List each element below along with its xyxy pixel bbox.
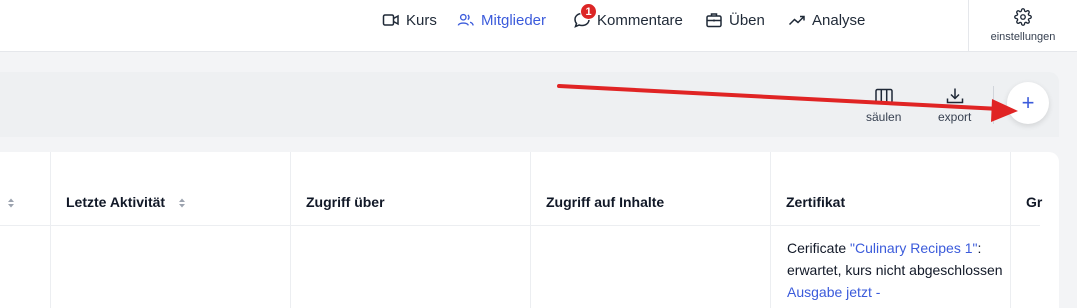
settings-label: einstellungen (990, 31, 1056, 43)
video-icon (382, 11, 400, 29)
header-row-border (0, 225, 1040, 226)
nav-label-kurs: Kurs (406, 11, 437, 29)
column-header-zugriff-ueber[interactable]: Zugriff über (306, 194, 385, 210)
certificate-cell: Cerificate "Culinary Recipes 1": erwarte… (787, 237, 1012, 303)
top-navigation: Kurs Mitglieder 1 Kommentare Üben Analys… (0, 0, 1077, 52)
columns-button[interactable]: säulen (866, 86, 901, 124)
users-icon (457, 11, 475, 29)
issue-now-link[interactable]: Ausgabe jetzt - (787, 284, 880, 300)
column-header-gr[interactable]: Gr (1026, 194, 1042, 210)
columns-label: säulen (866, 110, 902, 124)
sort-icon[interactable] (7, 197, 15, 209)
column-header-zugriff-auf-inhalte[interactable]: Zugriff auf Inhalte (546, 194, 664, 210)
nav-item-analyse[interactable]: Analyse (788, 9, 865, 31)
column-header-zertifikat[interactable]: Zertifikat (786, 194, 845, 210)
download-icon (945, 86, 965, 106)
column-divider (290, 152, 291, 308)
nav-label-mitglieder: Mitglieder (481, 11, 547, 29)
columns-icon (874, 86, 894, 106)
nav-label-kommentare: Kommentare (597, 11, 683, 29)
export-button[interactable]: export (938, 86, 971, 124)
course-link[interactable]: "Culinary Recipes 1" (850, 240, 977, 256)
export-label: export (938, 110, 972, 124)
plus-icon: + (1021, 90, 1035, 115)
column-header-letzte-aktivitaet[interactable]: Letzte Aktivität (66, 194, 165, 210)
trend-icon (788, 11, 806, 29)
certificate-prefix: Cerificate (787, 240, 851, 256)
nav-label-analyse: Analyse (812, 11, 866, 29)
notification-badge: 1 (580, 3, 597, 20)
column-divider (770, 152, 771, 308)
add-member-button[interactable]: + (1007, 82, 1049, 124)
members-table: Letzte Aktivität Zugriff über Zugriff au… (0, 152, 1059, 308)
toolbar-divider (993, 86, 994, 124)
sort-icon[interactable] (178, 197, 186, 209)
comment-icon: 1 (573, 3, 597, 29)
column-divider (530, 152, 531, 308)
settings-button[interactable]: einstellungen (968, 0, 1077, 51)
nav-item-kommentare[interactable]: 1 Kommentare (573, 3, 683, 31)
nav-item-mitglieder[interactable]: Mitglieder (457, 9, 546, 31)
nav-item-ueben[interactable]: Üben (705, 9, 765, 31)
briefcase-icon (705, 11, 723, 29)
column-divider (50, 152, 51, 308)
gear-icon (1014, 8, 1032, 26)
nav-item-kurs[interactable]: Kurs (382, 9, 437, 31)
nav-label-ueben: Üben (729, 11, 765, 29)
